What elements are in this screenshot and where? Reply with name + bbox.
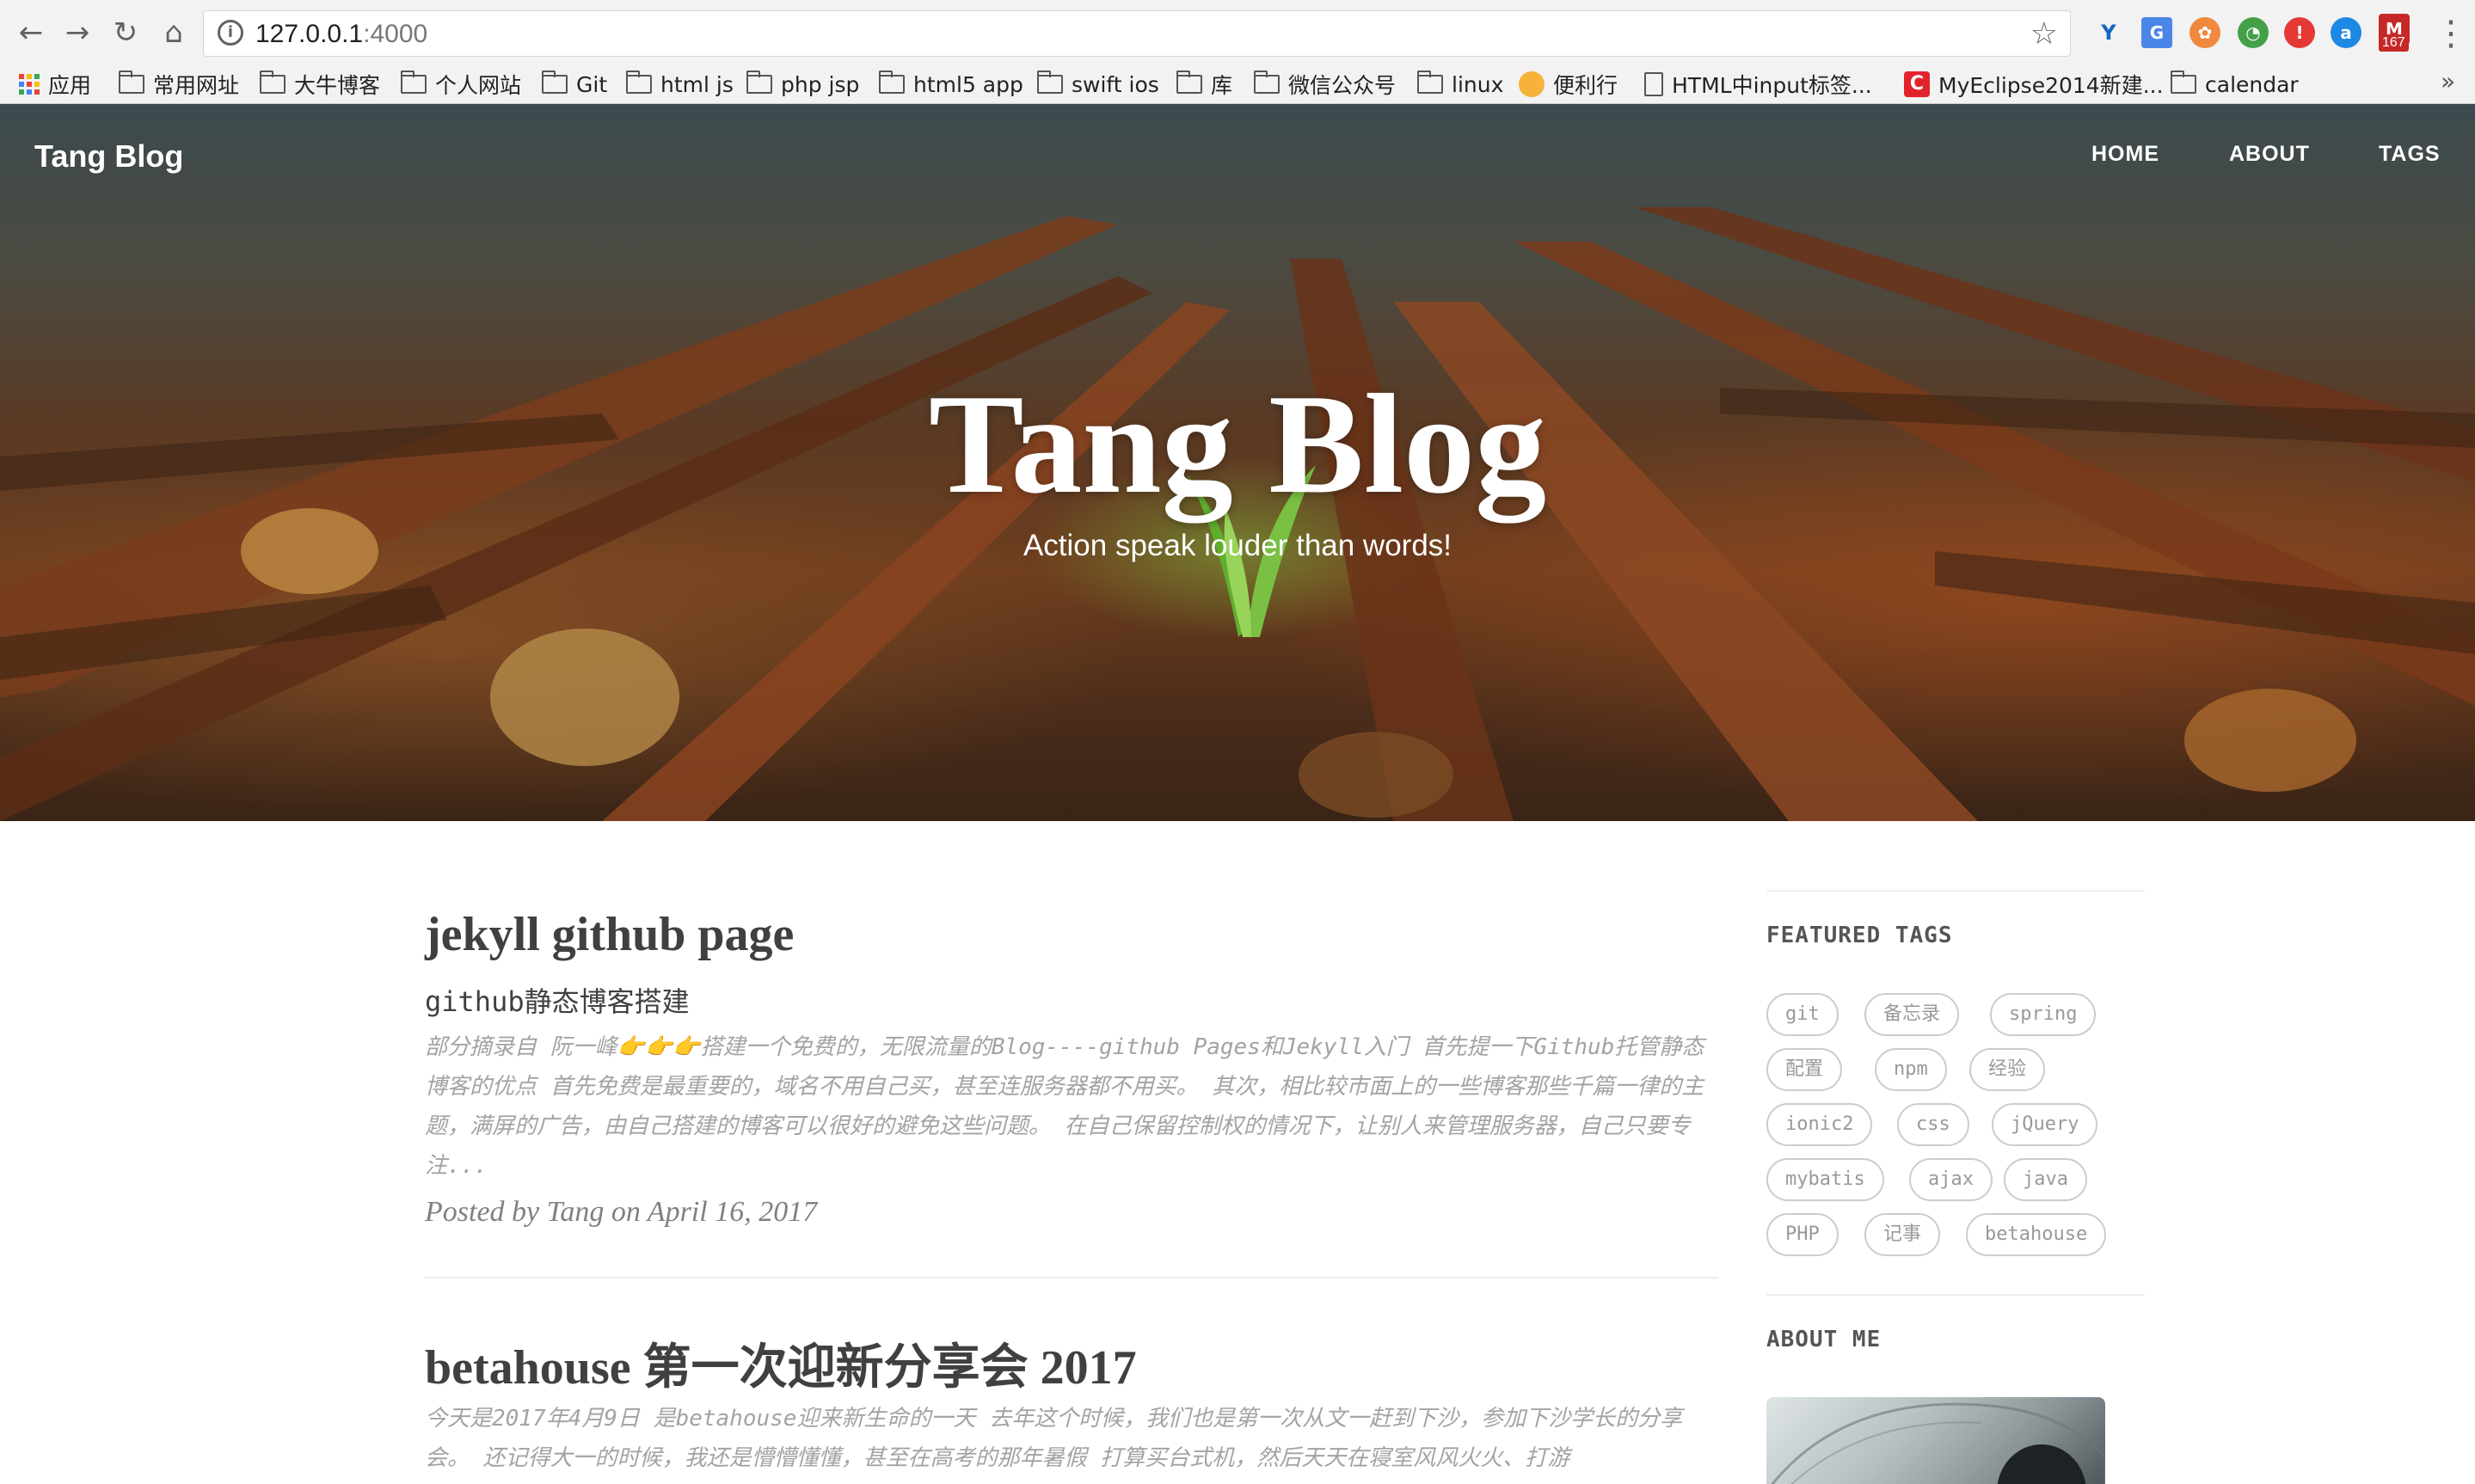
tag-link[interactable]: jQuery [1992,1103,2098,1146]
post-list: jekyll github page github静态博客搭建 部分摘录自 阮一… [425,821,1718,1484]
bookmarks-overflow-icon[interactable]: » [2441,67,2455,95]
nav-tags-link[interactable]: TAGS [2379,142,2441,167]
folder-icon [1254,71,1280,94]
tag-link[interactable]: java [2004,1158,2087,1201]
post-divider [425,1277,1718,1279]
bookmark-folder[interactable]: 大牛博客 [260,69,380,100]
post-subtitle[interactable]: github静态博客搭建 [425,980,690,1020]
home-button[interactable]: ⌂ [153,12,194,53]
post-title-link[interactable]: jekyll github page [425,907,794,962]
bookmark-folder[interactable]: 库 [1176,69,1232,100]
bookmark-folder[interactable]: swift ios [1037,69,1159,100]
extension-orange-icon[interactable]: ✿ [2189,17,2220,48]
tag-link[interactable]: 备忘录 [1864,993,1960,1036]
hero-subtitle: Action speak louder than words! [1023,529,1452,562]
folder-icon [626,71,652,94]
hero-title: Tang Blog [928,365,1547,523]
tag-link[interactable]: npm [1875,1048,1947,1091]
tag-link[interactable]: betahouse [1966,1213,2107,1256]
extension-a-icon[interactable]: a [2331,17,2361,48]
bookmark-page[interactable]: HTML中input标签... [1644,69,1872,100]
nav-home-link[interactable]: HOME [2091,142,2159,167]
tag-link[interactable]: PHP [1766,1213,1839,1256]
sidebar-divider [1766,890,2145,892]
folder-icon [879,71,905,94]
back-button[interactable]: ← [10,12,52,53]
folder-icon [260,71,286,94]
url-text[interactable]: 127.0.0.1:4000 [255,20,427,49]
folder-icon [2171,71,2196,94]
folder-icon [119,71,144,94]
bookmark-folder[interactable]: 微信公众号 [1254,69,1396,100]
bookmark-site[interactable]: 便利行 [1519,69,1618,100]
tag-link[interactable]: ionic2 [1766,1103,1873,1146]
bookmark-folder[interactable]: html5 app [879,69,1023,100]
post-excerpt[interactable]: 今天是2017年4月9日 是betahouse迎来新生命的一天 去年这个时候，我… [425,1399,1718,1478]
hero-header: Tang Blog HOME ABOUT TAGS Tang Blog Acti… [0,104,2475,821]
sidebar-divider [1766,1294,2145,1296]
extension-v-icon[interactable]: Y [2093,17,2124,48]
translate-extension-icon[interactable]: G [2141,17,2172,48]
reload-button[interactable]: ↻ [105,12,146,53]
apps-grid-icon [19,74,40,95]
about-me-heading: ABOUT ME [1766,1327,1882,1352]
bookmark-folder[interactable]: linux [1417,69,1503,100]
folder-icon [542,71,568,94]
forward-button[interactable]: → [57,12,98,53]
tag-link[interactable]: spring [1990,993,2097,1036]
tag-link[interactable]: ajax [1909,1158,1993,1201]
bookmark-page[interactable]: C MyEclipse2014新建... [1904,69,2164,100]
site-icon [1519,71,1545,97]
about-me-photo [1766,1397,2105,1484]
site-brand-link[interactable]: Tang Blog [34,138,183,175]
red-c-icon: C [1904,71,1930,97]
bookmark-folder[interactable]: calendar [2171,69,2299,100]
document-icon [1644,72,1663,96]
address-bar[interactable]: i 127.0.0.1:4000 ☆ [203,10,2071,57]
bookmark-folder[interactable]: php jsp [746,69,859,100]
folder-icon [1417,71,1443,94]
tag-link[interactable]: git [1766,993,1839,1036]
tag-link[interactable]: 记事 [1864,1213,1941,1256]
featured-tags-heading: FEATURED TAGS [1766,923,1953,948]
bookmarks-bar: 应用 常用网址 大牛博客 个人网站 Git html js php jsp ht… [0,65,2475,103]
bookmark-folder[interactable]: html js [626,69,734,100]
folder-icon [746,71,772,94]
post-title-link[interactable]: betahouse 第一次迎新分享会 2017 [425,1328,1137,1398]
post-excerpt[interactable]: 部分摘录自 阮一峰👉👉👉搭建一个免费的，无限流量的Blog----github … [425,1027,1718,1186]
extension-green-icon[interactable]: ◔ [2238,17,2269,48]
tag-link[interactable]: mybatis [1766,1158,1884,1201]
post-meta: Posted by Tang on April 16, 2017 [425,1196,818,1228]
browser-menu-icon[interactable]: ⋮ [2434,14,2468,53]
info-icon[interactable]: i [218,20,243,46]
bookmark-apps[interactable]: 应用 [19,69,91,100]
browser-chrome: ← → ↻ ⌂ i 127.0.0.1:4000 ☆ Y G ✿ ◔ ! a M… [0,0,2475,104]
bookmark-folder[interactable]: 常用网址 [119,69,239,100]
tag-link[interactable]: 配置 [1766,1048,1843,1091]
extension-red-icon[interactable]: ! [2284,17,2315,48]
nav-about-link[interactable]: ABOUT [2229,142,2310,167]
bookmark-star-icon[interactable]: ☆ [2030,16,2058,52]
folder-icon [1176,71,1202,94]
tag-link[interactable]: css [1897,1103,1969,1146]
bookmark-folder[interactable]: Git [542,69,607,100]
folder-icon [401,71,427,94]
sidebar: FEATURED TAGS git 备忘录 spring 配置 npm 经验 i… [1766,821,2145,1484]
browser-toolbar: ← → ↻ ⌂ i 127.0.0.1:4000 ☆ Y G ✿ ◔ ! a M… [0,0,2475,65]
tag-link[interactable]: 经验 [1969,1048,2046,1091]
folder-icon [1037,71,1063,94]
mail-count-badge: 167 [2379,34,2409,52]
bookmark-folder[interactable]: 个人网站 [401,69,521,100]
